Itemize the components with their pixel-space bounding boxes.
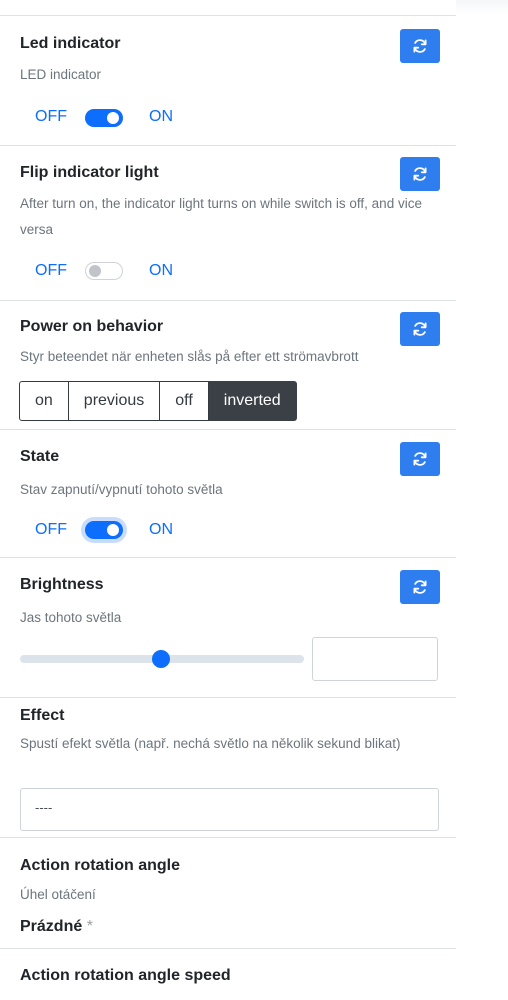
flip-indicator-on-label: ON — [149, 262, 173, 279]
divider — [0, 145, 456, 146]
state-title: State — [20, 448, 60, 465]
effect-select[interactable]: ---- — [20, 788, 439, 831]
refresh-icon — [413, 322, 427, 336]
background-edge — [456, 0, 508, 14]
divider — [0, 697, 456, 698]
led-indicator-description: LED indicator — [20, 67, 102, 82]
brightness-value-input[interactable] — [312, 637, 438, 681]
divider — [0, 557, 456, 558]
effect-title: Effect — [20, 707, 65, 724]
led-indicator-switch[interactable] — [85, 109, 123, 127]
action-rotation-angle-speed-title: Action rotation angle speed — [20, 967, 231, 984]
state-on-label: ON — [149, 521, 173, 538]
settings-panel: Led indicator LED indicator OFF ON Flip … — [0, 0, 456, 1000]
option-on-button[interactable]: on — [19, 381, 69, 421]
required-mark: * — [86, 918, 93, 935]
switch-knob — [107, 112, 119, 124]
divider — [0, 300, 456, 301]
power-on-behavior-options: on previous off inverted — [19, 381, 297, 421]
action-rotation-angle-value: Prázdné * — [20, 918, 93, 936]
power-on-behavior-title: Power on behavior — [20, 318, 164, 335]
switch-knob — [89, 265, 101, 277]
flip-indicator-title: Flip indicator light — [20, 164, 159, 181]
divider — [0, 837, 456, 838]
divider — [0, 15, 456, 16]
state-description: Stav zapnutí/vypnutí tohoto světla — [20, 482, 223, 497]
option-inverted-button[interactable]: inverted — [208, 381, 297, 421]
state-off-label: OFF — [35, 521, 67, 538]
power-on-behavior-refresh-button[interactable] — [400, 312, 440, 346]
flip-indicator-off-label: OFF — [35, 262, 67, 279]
divider — [0, 429, 456, 430]
led-indicator-on-label: ON — [149, 108, 173, 125]
brightness-description: Jas tohoto světla — [20, 610, 122, 625]
action-rotation-angle-description: Úhel otáčení — [20, 887, 96, 902]
refresh-icon — [413, 167, 427, 181]
option-previous-button[interactable]: previous — [68, 381, 161, 421]
led-indicator-refresh-button[interactable] — [400, 29, 440, 63]
divider — [0, 948, 456, 949]
brightness-refresh-button[interactable] — [400, 570, 440, 604]
page: Led indicator LED indicator OFF ON Flip … — [0, 0, 508, 1000]
led-indicator-title: Led indicator — [20, 35, 121, 52]
refresh-icon — [413, 39, 427, 53]
flip-indicator-switch[interactable] — [85, 262, 123, 280]
switch-knob — [107, 524, 119, 536]
brightness-slider-thumb[interactable] — [152, 650, 170, 668]
state-switch[interactable] — [85, 521, 123, 539]
value-text: Prázdné — [20, 918, 83, 935]
flip-indicator-description: After turn on, the indicator light turns… — [20, 196, 422, 237]
option-off-button[interactable]: off — [160, 381, 209, 421]
power-on-behavior-description: Styr beteendet när enheten slås på efter… — [20, 349, 359, 364]
led-indicator-off-label: OFF — [35, 108, 67, 125]
effect-description: Spustí efekt světla (např. nechá světlo … — [20, 736, 401, 751]
flip-indicator-refresh-button[interactable] — [400, 157, 440, 191]
refresh-icon — [413, 580, 427, 594]
action-rotation-angle-title: Action rotation angle — [20, 857, 180, 874]
refresh-icon — [413, 452, 427, 466]
brightness-title: Brightness — [20, 576, 104, 593]
state-refresh-button[interactable] — [400, 442, 440, 476]
